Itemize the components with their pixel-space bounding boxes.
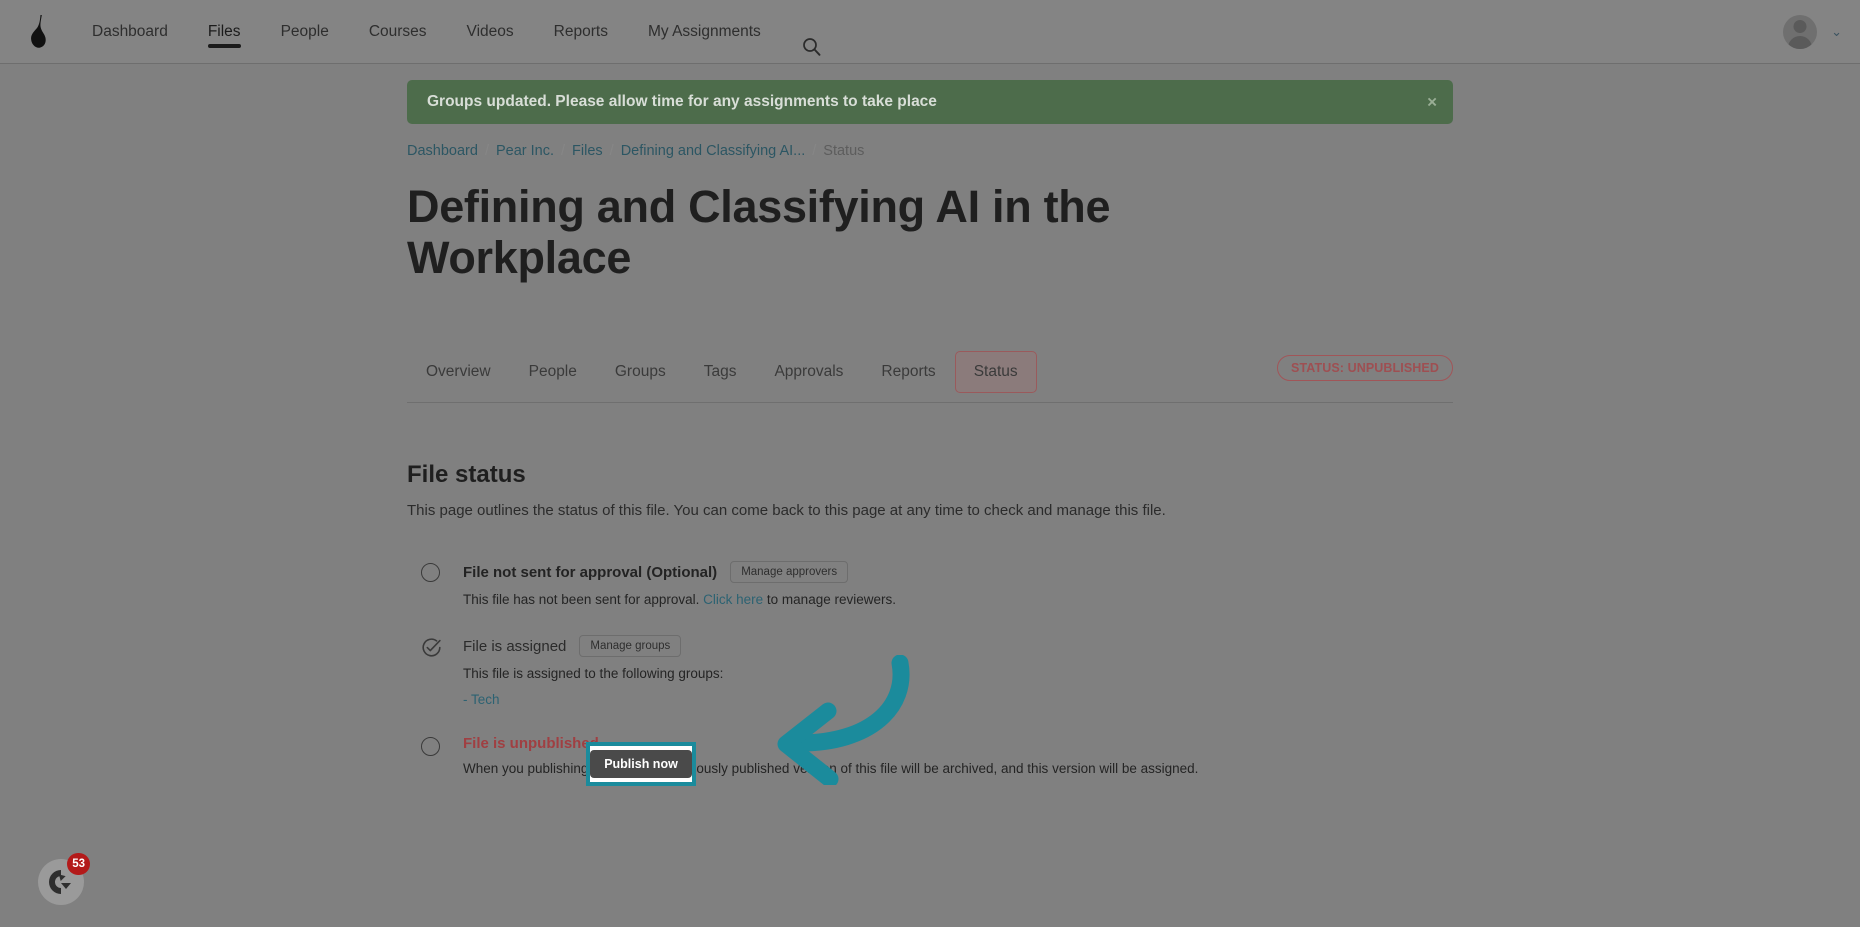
manage-approvers-button[interactable]: Manage approvers: [730, 561, 849, 583]
check-circle-icon: [407, 635, 463, 707]
tab-groups[interactable]: Groups: [596, 351, 685, 393]
status-badge: STATUS: UNPUBLISHED: [1277, 355, 1453, 381]
status-item-unpublished: File is unpublished When you publishing …: [407, 735, 1453, 776]
breadcrumb-separator: /: [812, 143, 817, 159]
empty-circle-icon: [407, 561, 463, 607]
status-item-header: File not sent for approval (Optional) Ma…: [463, 561, 1453, 583]
nav-link-dashboard[interactable]: Dashboard: [72, 0, 188, 64]
user-avatar-icon[interactable]: [1783, 15, 1818, 49]
breadcrumb-item-pear-inc[interactable]: Pear Inc.: [496, 143, 554, 159]
manage-reviewers-link[interactable]: Click here: [703, 592, 763, 607]
nav-link-reports[interactable]: Reports: [534, 0, 628, 64]
chat-unread-badge: 53: [67, 853, 90, 875]
breadcrumb-separator: /: [609, 143, 614, 159]
nav-links: Dashboard Files People Courses Videos Re…: [72, 0, 829, 64]
status-item-body: File is assigned Manage groups This file…: [463, 635, 1453, 707]
status-item-title: File is unpublished: [463, 735, 599, 752]
nav-link-files[interactable]: Files: [188, 0, 261, 64]
status-item-assigned: File is assigned Manage groups This file…: [407, 635, 1453, 707]
notification-message: Groups updated. Please allow time for an…: [427, 93, 937, 110]
top-navigation-bar: Dashboard Files People Courses Videos Re…: [0, 0, 1860, 64]
nav-link-videos[interactable]: Videos: [447, 0, 534, 64]
manage-groups-button[interactable]: Manage groups: [579, 635, 682, 657]
status-item-desc-after: to manage reviewers.: [763, 592, 896, 607]
tab-approvals[interactable]: Approvals: [755, 351, 862, 393]
section-description: This page outlines the status of this fi…: [407, 502, 1166, 519]
status-item-list: File not sent for approval (Optional) Ma…: [407, 561, 1453, 776]
tab-overview[interactable]: Overview: [407, 351, 510, 393]
tab-reports[interactable]: Reports: [862, 351, 954, 393]
chat-widget-button[interactable]: 53: [38, 853, 90, 905]
publish-now-button[interactable]: Publish now: [590, 749, 692, 779]
empty-circle-icon: [407, 735, 463, 776]
notification-banner: Groups updated. Please allow time for an…: [407, 80, 1453, 124]
top-right-user-area: ⌄: [1783, 0, 1842, 64]
breadcrumb-item-dashboard[interactable]: Dashboard: [407, 143, 478, 159]
assigned-group-item[interactable]: - Tech: [463, 692, 1453, 707]
breadcrumb: Dashboard / Pear Inc. / Files / Defining…: [407, 143, 1453, 159]
page-content: Groups updated. Please allow time for an…: [0, 80, 1860, 776]
pear-logo-icon[interactable]: [6, 14, 72, 49]
breadcrumb-item-files[interactable]: Files: [572, 143, 603, 159]
status-item-title: File is assigned: [463, 637, 567, 655]
status-item-header: File is assigned Manage groups: [463, 635, 1453, 657]
tab-status[interactable]: Status: [954, 350, 1037, 393]
status-item-approval: File not sent for approval (Optional) Ma…: [407, 561, 1453, 607]
status-item-description: This file is assigned to the following g…: [463, 666, 724, 681]
publish-now-highlight-box: Publish now: [586, 742, 696, 786]
search-icon[interactable]: [795, 30, 829, 64]
nav-link-people[interactable]: People: [261, 0, 349, 64]
nav-link-courses[interactable]: Courses: [349, 0, 447, 64]
tab-bar: Overview People Groups Tags Approvals Re…: [407, 341, 1453, 403]
status-item-title: File not sent for approval (Optional): [463, 563, 718, 581]
content-column: Groups updated. Please allow time for an…: [407, 80, 1453, 776]
chevron-down-icon[interactable]: ⌄: [1831, 24, 1842, 40]
tab-people[interactable]: People: [510, 351, 596, 393]
breadcrumb-separator: /: [561, 143, 566, 159]
tab-tags[interactable]: Tags: [685, 351, 756, 393]
app-root: Dashboard Files People Courses Videos Re…: [0, 0, 1860, 927]
breadcrumb-item-status: Status: [823, 143, 865, 159]
status-item-desc-before: This file has not been sent for approval…: [463, 592, 704, 607]
breadcrumb-item-file[interactable]: Defining and Classifying AI...: [621, 143, 806, 159]
close-icon[interactable]: ×: [1427, 94, 1437, 111]
breadcrumb-separator: /: [484, 143, 489, 159]
status-item-body: File not sent for approval (Optional) Ma…: [463, 561, 1453, 607]
page-title: Defining and Classifying AI in the Workp…: [407, 181, 1111, 283]
status-item-description: This file has not been sent for approval…: [463, 592, 1453, 607]
nav-link-my-assignments[interactable]: My Assignments: [628, 0, 781, 64]
section-heading: File status: [407, 461, 526, 488]
